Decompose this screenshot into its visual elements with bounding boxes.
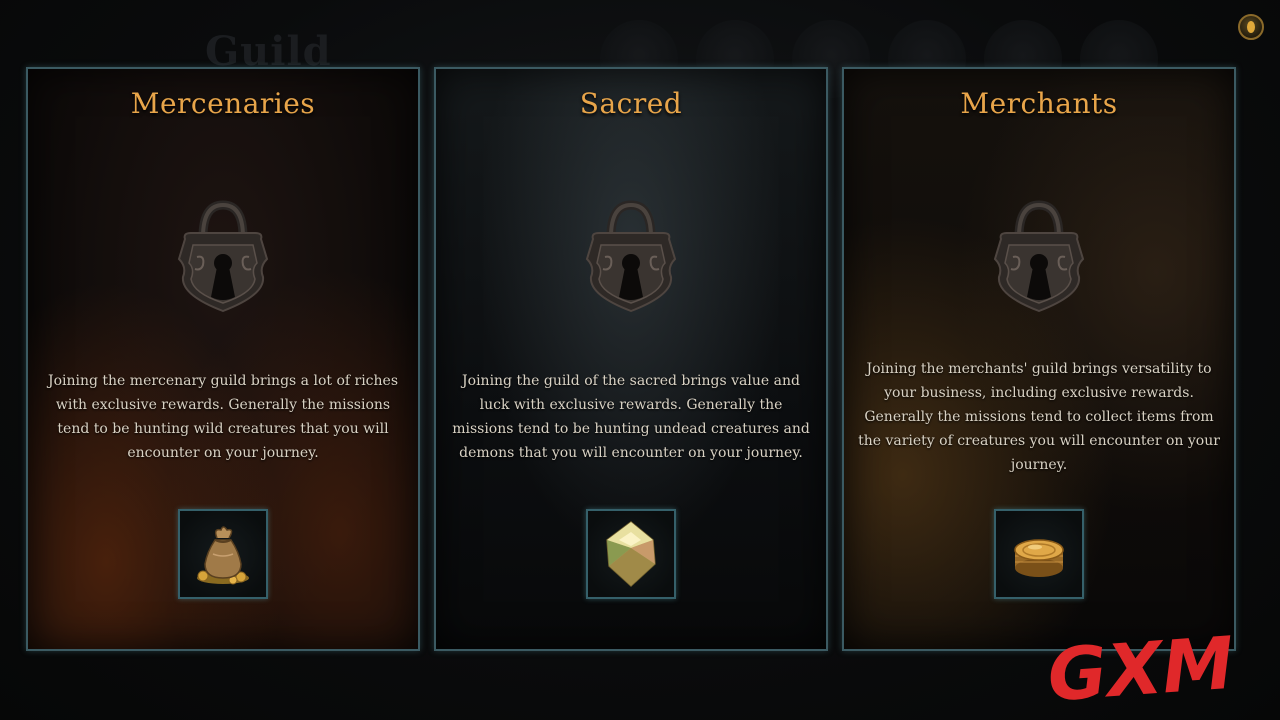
padlock-icon bbox=[177, 200, 269, 313]
card-title: Merchants bbox=[960, 87, 1118, 120]
padlock-icon bbox=[993, 200, 1085, 313]
card-title: Mercenaries bbox=[130, 87, 316, 120]
coin-inner bbox=[1247, 21, 1255, 33]
padlock-icon bbox=[585, 200, 677, 313]
coin-stack-icon bbox=[1014, 539, 1064, 577]
reward-slot[interactable] bbox=[178, 509, 268, 599]
guild-card-sacred[interactable]: Sacred Joining the guild of the sacred b… bbox=[434, 67, 828, 651]
gold-coin-icon[interactable] bbox=[1238, 14, 1264, 40]
reward-slot[interactable] bbox=[586, 509, 676, 599]
guild-screen: Guild Mercenaries Joining the mercenary … bbox=[0, 0, 1280, 720]
card-description: Joining the guild of the sacred brings v… bbox=[452, 373, 810, 461]
guild-card-merchants[interactable]: Merchants Joining the merchants' guild b… bbox=[842, 67, 1236, 651]
watermark-logo: GXM bbox=[1045, 622, 1237, 712]
guild-card-mercenaries[interactable]: Mercenaries Joining the mercenary guild … bbox=[26, 67, 420, 651]
gold-sack-icon bbox=[197, 526, 249, 585]
card-description: Joining the mercenary guild brings a lot… bbox=[47, 373, 399, 461]
svg-text:GXM: GXM bbox=[1045, 622, 1237, 712]
card-description: Joining the merchants' guild brings vers… bbox=[858, 361, 1220, 473]
reward-slot[interactable] bbox=[994, 509, 1084, 599]
card-title: Sacred bbox=[579, 87, 683, 120]
crystal-gem-icon bbox=[606, 521, 656, 588]
